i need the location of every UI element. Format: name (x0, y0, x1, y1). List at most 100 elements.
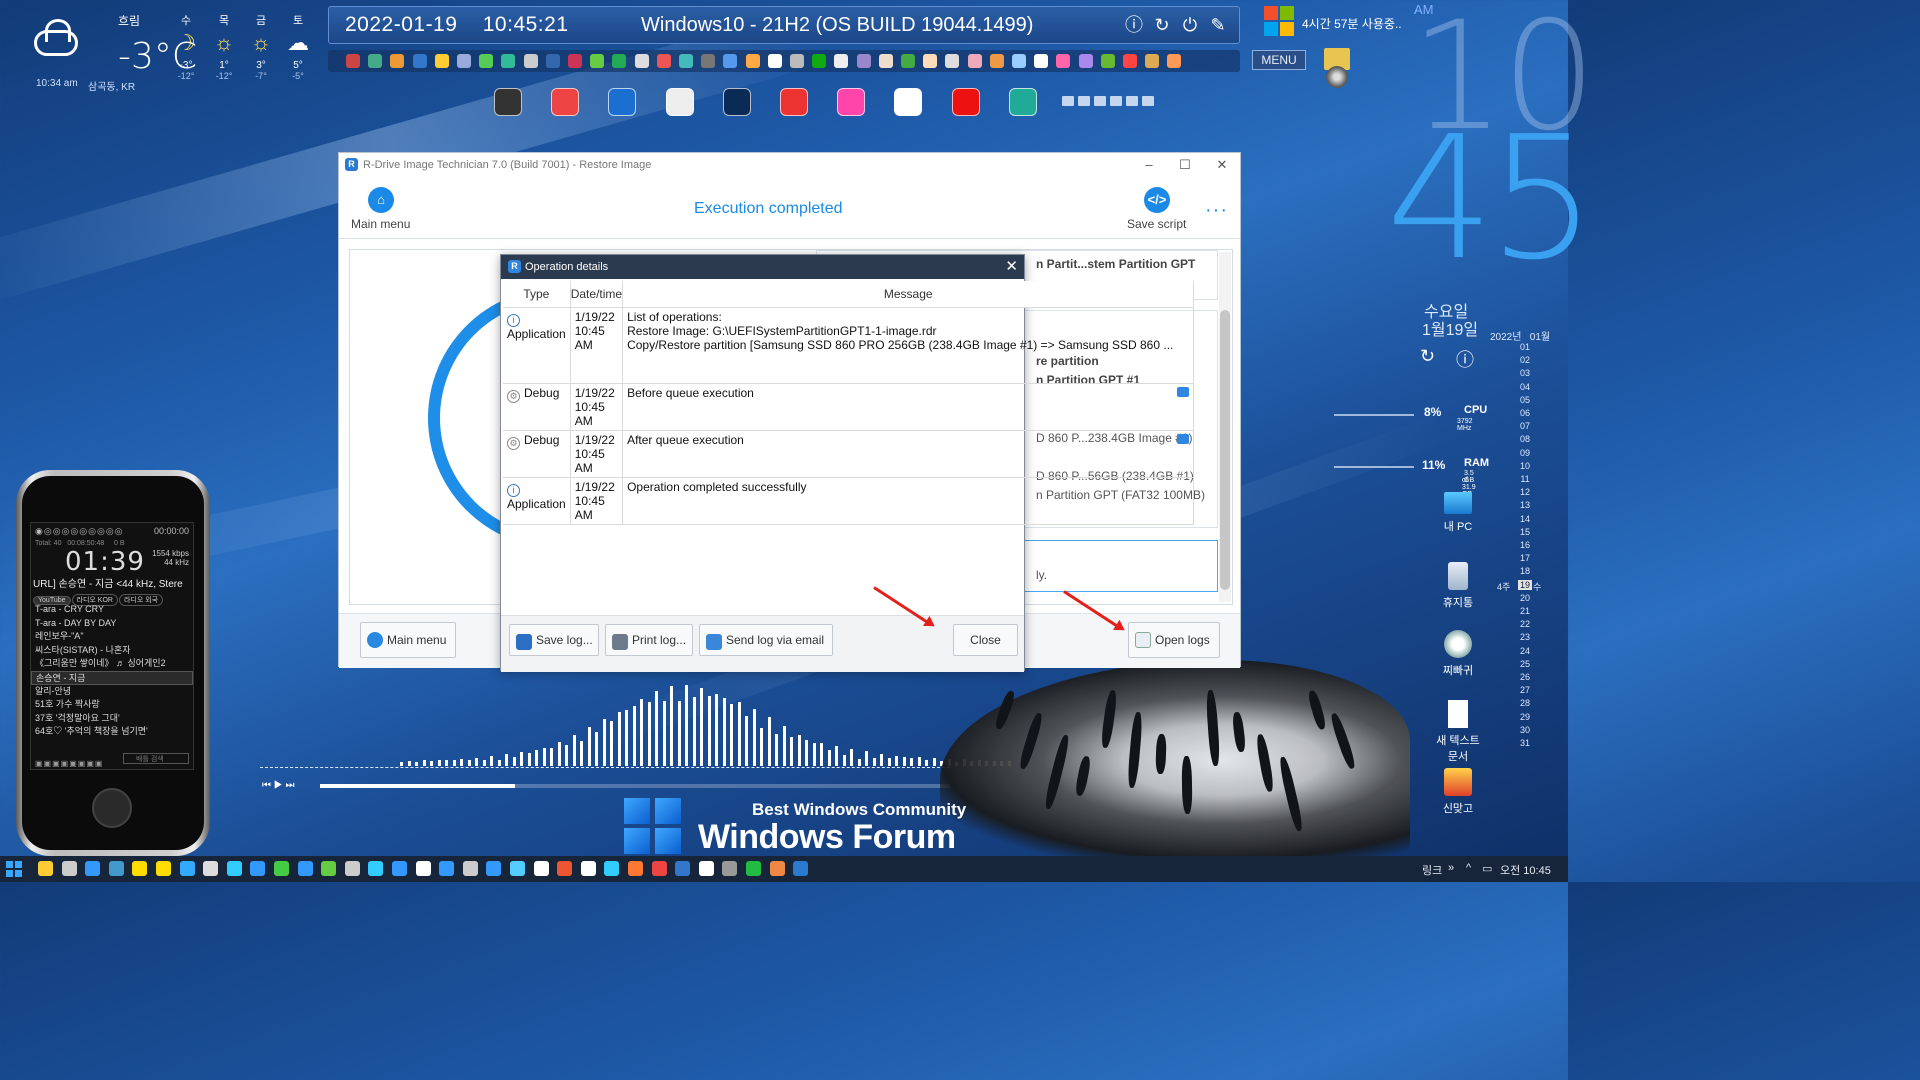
quick-launch-icon[interactable] (545, 54, 560, 68)
quick-launch-icon[interactable] (901, 54, 915, 68)
quick-launch-icon[interactable] (1056, 54, 1071, 68)
quick-launch-icon[interactable] (1034, 54, 1049, 68)
taskbar-app-icon[interactable] (368, 861, 384, 876)
desktop-icon-text-file[interactable]: 새 텍스트 문서 (1430, 700, 1486, 764)
quick-launch-icon[interactable] (767, 54, 782, 68)
column-type[interactable]: Type (503, 281, 571, 308)
taskbar-app-icon[interactable] (557, 861, 573, 876)
taskbar-app-icon[interactable] (179, 861, 195, 876)
save-log-button[interactable]: Save log... (509, 624, 599, 656)
taskbar-app-icon[interactable] (698, 861, 714, 876)
links-chevron-icon[interactable]: » (1448, 862, 1454, 874)
playlist-item[interactable]: 51호 가수 짝사랑 (31, 698, 193, 712)
save-script-link[interactable]: Save script (1127, 217, 1186, 231)
network-icon[interactable]: ▭ (1482, 862, 1492, 875)
desktop-icon-pc[interactable]: 내 PC (1430, 492, 1486, 534)
info-icon[interactable]: ⓘ (1123, 14, 1145, 36)
log-row[interactable]: ⚙ Debug 1/19/22 10:45 AM After queue execut… (503, 430, 1195, 478)
playlist-item[interactable]: 64호♡ '추억의 책장을 넘기면' (31, 725, 193, 739)
quick-launch-icon[interactable] (790, 54, 804, 68)
taskbar-app-icon[interactable] (132, 861, 148, 876)
dock-app-icon[interactable] (1008, 88, 1037, 116)
quick-launch-icon[interactable] (945, 54, 960, 68)
taskbar-app-icon[interactable] (321, 861, 337, 876)
playlist-item[interactable]: 알리-안녕 (31, 685, 193, 699)
dialog-close-icon[interactable]: ✕ (1005, 257, 1018, 275)
playlist-item[interactable]: 37호 '걱정말아요 그대' (31, 712, 193, 726)
quick-launch-icon[interactable] (479, 54, 494, 68)
dock-app-icon[interactable] (722, 88, 751, 116)
quick-launch-icon[interactable] (701, 54, 716, 68)
dock-app-icon[interactable] (780, 88, 808, 116)
home-icon[interactable]: ⌂ (368, 187, 394, 213)
quick-launch-icon[interactable] (412, 54, 427, 68)
taskbar-app-icon[interactable] (297, 861, 313, 876)
quick-launch-icon[interactable] (346, 54, 360, 68)
taskbar-app-icon[interactable] (533, 861, 549, 876)
quick-launch-icon[interactable] (1145, 54, 1160, 68)
quick-launch-icon[interactable] (634, 54, 649, 68)
dock-app-icon[interactable] (494, 88, 522, 116)
taskbar-links[interactable]: 링크 (1422, 862, 1442, 878)
quick-launch-icon[interactable] (679, 54, 693, 68)
quick-launch-icon[interactable] (568, 54, 582, 68)
playlist-item[interactable]: 손승연 - 지금 (31, 670, 193, 685)
taskbar-app-icon[interactable] (769, 861, 785, 876)
comment-icon[interactable] (1177, 386, 1190, 397)
taskbar-app-icon[interactable] (628, 861, 643, 876)
taskbar-app-icon[interactable] (226, 861, 242, 876)
taskbar-app-icon[interactable] (108, 861, 124, 876)
tools-icon[interactable]: ✎ (1207, 14, 1229, 36)
taskbar-app-icon[interactable] (439, 861, 455, 876)
more-options-icon[interactable]: ··· (1205, 199, 1228, 222)
dock-app-icon[interactable] (551, 88, 580, 116)
close-button[interactable]: ✕ (1212, 156, 1232, 174)
quick-launch-icon[interactable] (834, 54, 849, 68)
playlist-item[interactable]: 씨스타(SISTAR) - 나혼자 (31, 644, 193, 658)
playback-progress[interactable] (320, 784, 950, 788)
power-icon[interactable]: ⏻ (1179, 14, 1201, 36)
playlist-item[interactable]: 《그리움만 쌓이네》 ♬ 싱어게인2 (31, 657, 193, 671)
power-icon[interactable]: ⓘ (1456, 346, 1474, 372)
taskbar-app-icon[interactable] (510, 861, 525, 876)
log-row[interactable]: iApplication 1/19/22 10:45 AM Operation co… (503, 477, 1195, 525)
minimize-button[interactable]: – (1139, 156, 1159, 174)
column-datetime[interactable]: Date/time (570, 281, 624, 308)
desktop-icon-app[interactable]: 찌빠귀 (1430, 630, 1486, 678)
taskbar-app-icon[interactable] (392, 861, 407, 876)
taskbar-app-icon[interactable] (85, 861, 101, 876)
playlist-item[interactable]: T-ara - CRY CRY (31, 603, 193, 617)
taskbar-app-icon[interactable] (203, 861, 219, 876)
dialog-titlebar[interactable]: R Operation details ✕ (501, 255, 1024, 279)
playlist-item[interactable]: 레인보우-"A" (31, 630, 193, 644)
playlist-buttons[interactable]: ▣▣▣▣▣▣▣▣ (35, 759, 103, 768)
quick-launch-icon[interactable] (923, 54, 938, 68)
script-icon[interactable]: </> (1144, 187, 1170, 213)
refresh-icon[interactable]: ↻ (1420, 346, 1435, 367)
quick-launch-icon[interactable] (812, 54, 827, 68)
quick-launch-icon[interactable] (590, 54, 605, 68)
column-message[interactable]: Message (622, 281, 1195, 308)
start-button[interactable] (6, 861, 22, 877)
main-menu-link[interactable]: Main menu (351, 217, 410, 231)
taskbar-app-icon[interactable] (38, 861, 53, 876)
comment-icon[interactable] (1177, 433, 1190, 444)
taskbar-app-icon[interactable] (651, 861, 667, 876)
search-input[interactable]: 배틀 검색 (123, 753, 189, 764)
taskbar-app-icon[interactable] (274, 861, 289, 876)
taskbar-app-icon[interactable] (793, 861, 809, 876)
scrollbar-thumb[interactable] (1220, 310, 1230, 590)
window-titlebar[interactable]: R R-Drive Image Technician 7.0 (Build 70… (339, 153, 1240, 177)
quick-launch-icon[interactable] (1078, 54, 1093, 68)
dock-app-icon[interactable] (837, 88, 866, 116)
desktop-icon-recycle-bin[interactable]: 휴지통 (1430, 562, 1486, 610)
quick-launch-icon[interactable] (1012, 54, 1026, 68)
desktop-icon-game[interactable]: 신맞고 (1430, 768, 1486, 816)
send-log-email-button[interactable]: Send log via email (699, 624, 833, 656)
quick-launch-icon[interactable] (368, 54, 383, 68)
maximize-button[interactable]: ☐ (1175, 156, 1195, 174)
dialog-close-button[interactable]: Close (953, 624, 1018, 656)
refresh-icon[interactable]: ↻ (1151, 14, 1173, 36)
log-row[interactable]: ⚙ Debug 1/19/22 10:45 AM Before queue execu… (503, 383, 1195, 431)
quick-launch-icon[interactable] (723, 54, 738, 68)
